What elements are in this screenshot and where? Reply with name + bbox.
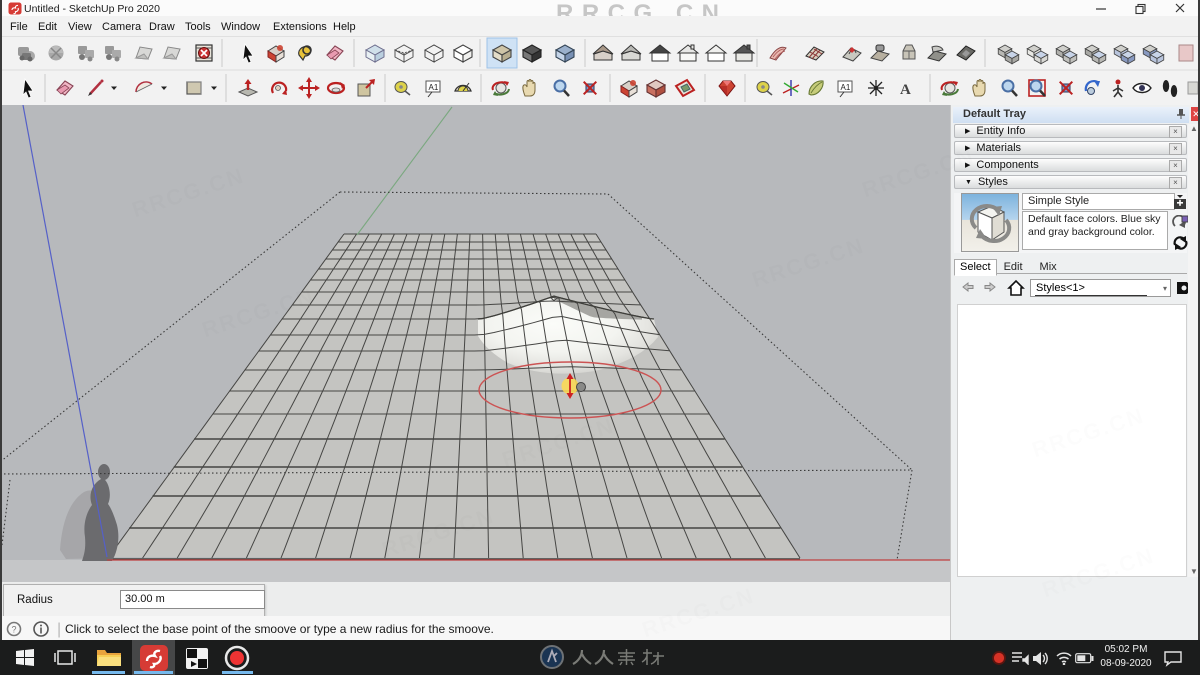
svg-text:?: ?	[12, 625, 17, 635]
svg-text:A1: A1	[841, 83, 851, 92]
svg-text:A: A	[900, 82, 911, 98]
svg-text:A1: A1	[429, 83, 439, 92]
